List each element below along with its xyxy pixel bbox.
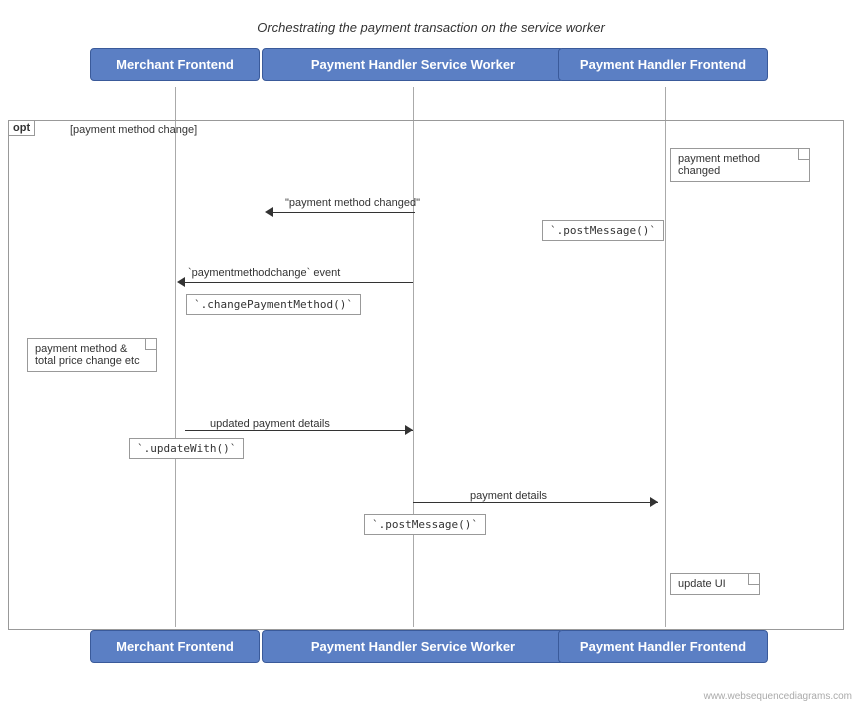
method-postmessage-2: `.postMessage()` [364, 514, 486, 535]
diagram-title: Orchestrating the payment transaction on… [0, 10, 862, 35]
arrow-payment-details [413, 502, 658, 503]
arrow-paymentmethodchange [185, 282, 413, 283]
actor-merchant-top: Merchant Frontend [90, 48, 260, 81]
arrowhead-payment-details [650, 497, 658, 507]
actor-payment-frontend-top: Payment Handler Frontend [558, 48, 768, 81]
actor-merchant-bottom: Merchant Frontend [90, 630, 260, 663]
actor-service-worker-bottom: Payment Handler Service Worker [262, 630, 564, 663]
diagram-container: Orchestrating the payment transaction on… [0, 0, 862, 710]
method-postmessage-1: `.postMessage()` [542, 220, 664, 241]
arrowhead-payment-method-changed [265, 207, 273, 217]
arrowhead-updated-payment-details [405, 425, 413, 435]
opt-label: opt [8, 120, 35, 136]
arrowhead-paymentmethodchange [177, 277, 185, 287]
arrow-label-paymentmethodchange: `paymentmethodchange` event [188, 267, 340, 279]
arrow-updated-payment-details [185, 430, 413, 431]
method-changepaymentmethod: `.changePaymentMethod()` [186, 294, 361, 315]
opt-frame [8, 120, 844, 630]
note-payment-method-changed: payment method changed [670, 148, 810, 182]
opt-guard: [payment method change] [70, 124, 197, 136]
note-update-ui: update UI [670, 573, 760, 595]
method-updatewith: `.updateWith()` [129, 438, 244, 459]
actor-payment-frontend-bottom: Payment Handler Frontend [558, 630, 768, 663]
watermark: www.websequencediagrams.com [704, 691, 852, 702]
arrow-label-payment-details: payment details [470, 490, 547, 502]
actor-service-worker-top: Payment Handler Service Worker [262, 48, 564, 81]
note-payment-method-total: payment method & total price change etc [27, 338, 157, 372]
arrow-label-payment-method-changed: "payment method changed" [285, 197, 420, 209]
arrow-payment-method-changed [273, 212, 415, 213]
arrow-label-updated-payment-details: updated payment details [210, 418, 330, 430]
